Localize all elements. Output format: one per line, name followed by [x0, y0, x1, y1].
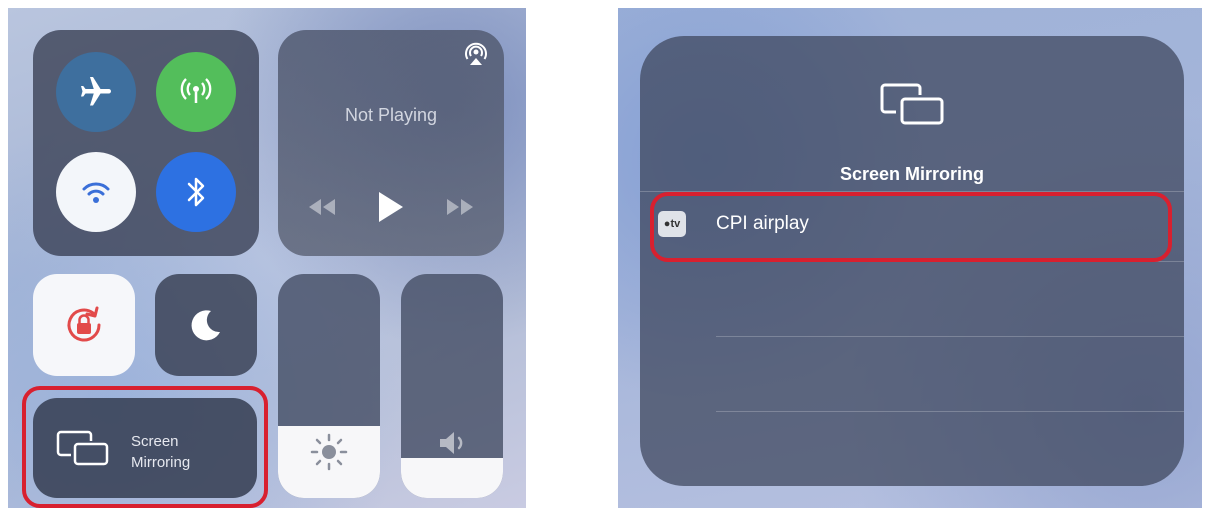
sun-icon: [278, 432, 380, 472]
media-controls: [278, 190, 504, 224]
sheet-title: Screen Mirroring: [839, 164, 985, 184]
connectivity-tile: [33, 30, 259, 256]
volume-fill: [401, 457, 503, 498]
control-center-panel: Not Playing Screen Mirroring: [8, 8, 526, 508]
fast-forward-icon[interactable]: [445, 197, 475, 217]
play-icon[interactable]: [377, 190, 405, 224]
do-not-disturb-toggle[interactable]: [155, 274, 257, 376]
bluetooth-icon: [187, 177, 205, 207]
cellular-antenna-icon: [180, 78, 212, 103]
moon-icon: [191, 310, 220, 341]
divider: [716, 336, 1184, 337]
rewind-icon[interactable]: [307, 197, 337, 217]
orientation-lock-toggle[interactable]: [33, 274, 135, 376]
screen-mirroring-panel: Screen Mirroring ● tv CPI airplay: [618, 8, 1202, 508]
now-playing-tile[interactable]: Not Playing: [278, 30, 504, 256]
screen-mirroring-icon: [880, 83, 944, 125]
media-title: Not Playing: [344, 105, 438, 125]
bluetooth-toggle[interactable]: [156, 152, 236, 232]
airplane-mode-toggle[interactable]: [56, 52, 136, 132]
brightness-slider[interactable]: [278, 274, 380, 498]
orientation-lock-icon: [67, 306, 101, 342]
wifi-icon: [82, 182, 110, 203]
volume-slider[interactable]: [401, 274, 503, 498]
highlight-box: [22, 386, 268, 508]
wifi-toggle[interactable]: [56, 152, 136, 232]
highlight-box: [650, 192, 1172, 262]
airplay-icon[interactable]: [462, 40, 490, 73]
airplane-icon: [81, 77, 111, 106]
speaker-icon: [401, 428, 503, 458]
cellular-data-toggle[interactable]: [156, 52, 236, 132]
divider: [716, 411, 1184, 412]
